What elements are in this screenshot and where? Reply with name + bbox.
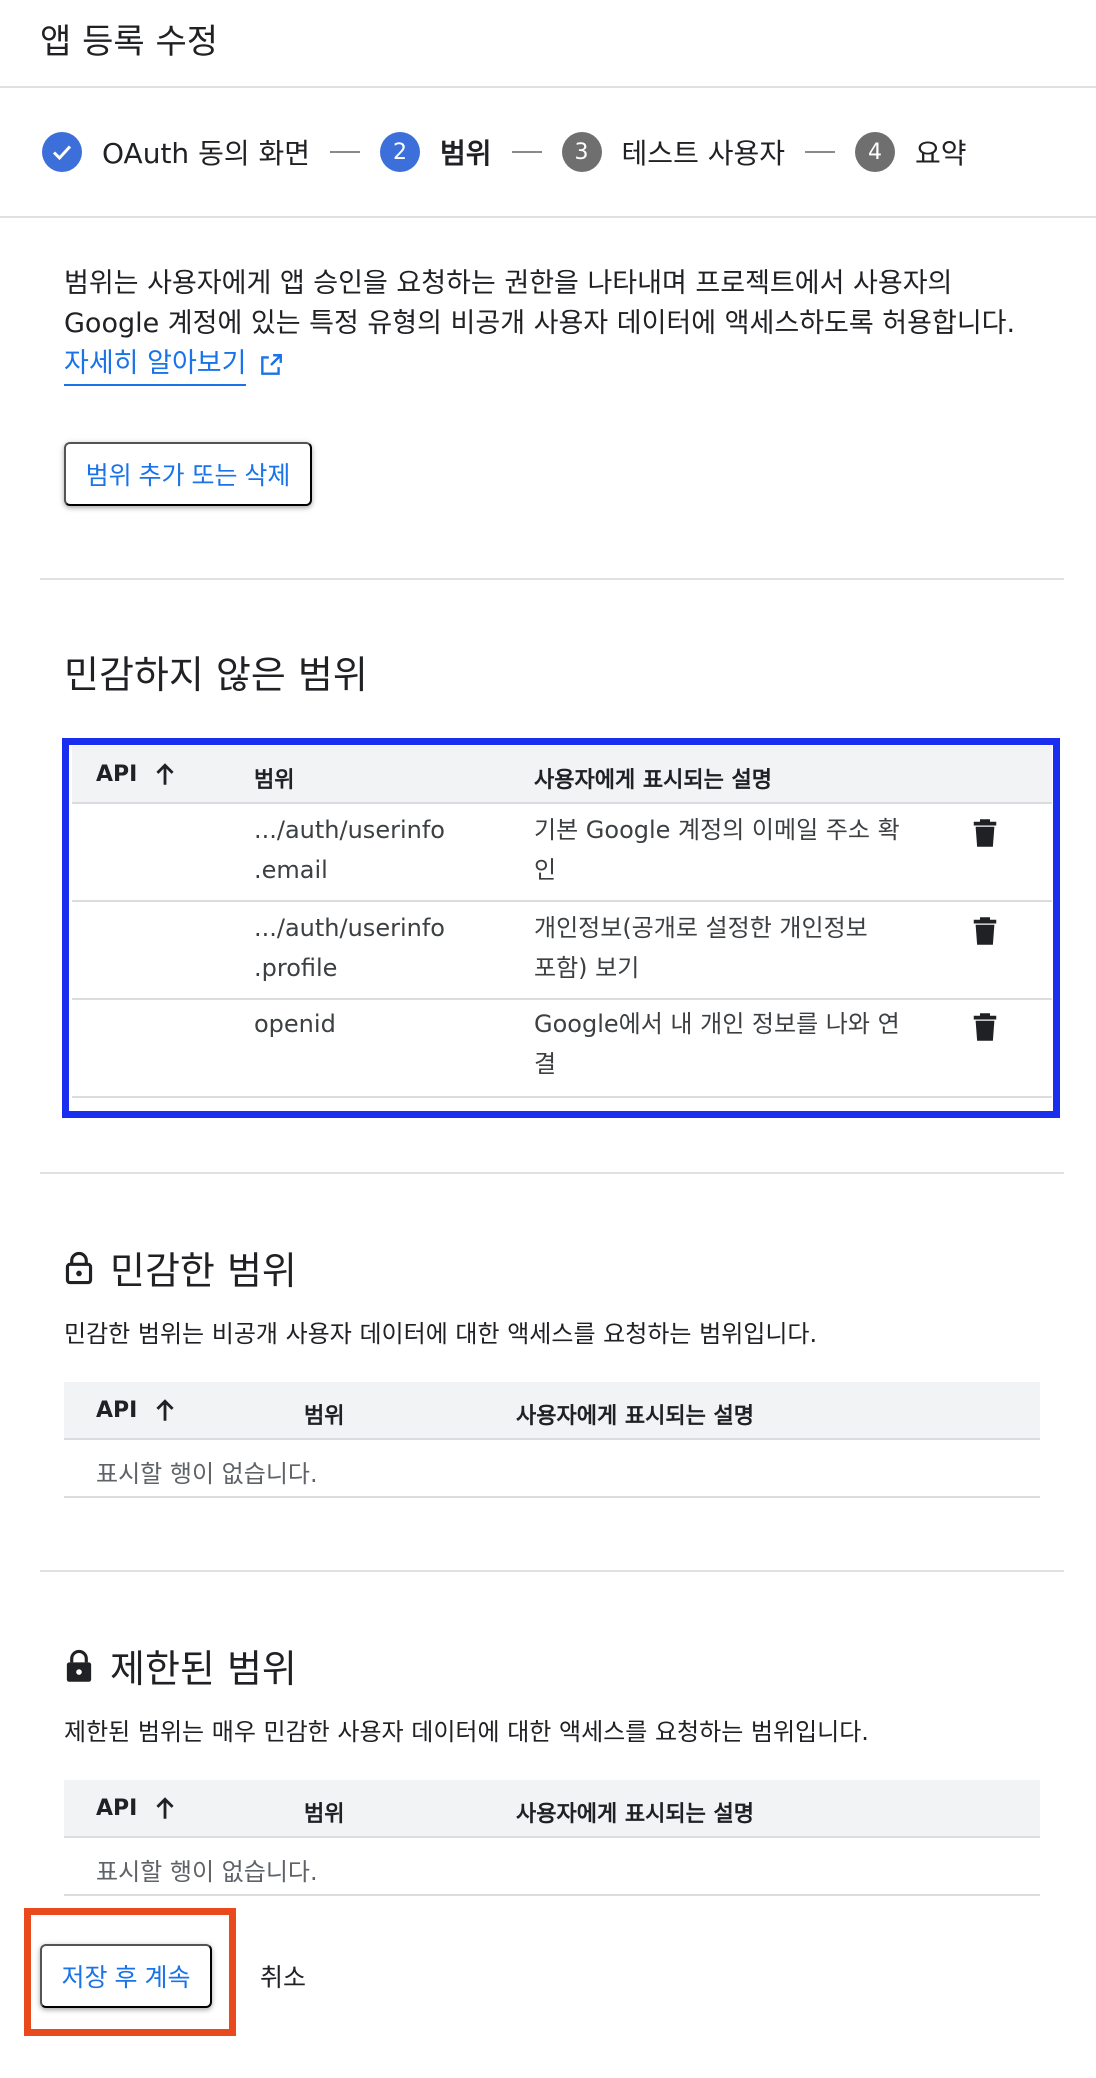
step-scopes[interactable]: 2 범위 bbox=[380, 132, 492, 172]
highlight-box-red bbox=[24, 1908, 236, 2036]
empty-message: 표시할 행이 없습니다. bbox=[96, 1460, 318, 1488]
empty-message: 표시할 행이 없습니다. bbox=[96, 1858, 318, 1886]
section-divider bbox=[40, 578, 1064, 580]
stepper: OAuth 동의 화면 2 범위 3 테스트 사용자 4 요약 bbox=[42, 126, 967, 178]
empty-row: 표시할 행이 없습니다. bbox=[64, 1440, 1040, 1498]
arrow-up-icon[interactable] bbox=[152, 1398, 178, 1424]
lock-icon bbox=[66, 1649, 92, 1682]
step-separator bbox=[805, 151, 836, 153]
restricted-description: 제한된 범위는 매우 민감한 사용자 데이터에 대한 액세스를 요청하는 범위입… bbox=[64, 1718, 869, 1746]
step-label: 범위 bbox=[440, 137, 492, 170]
step-summary[interactable]: 4 요약 bbox=[855, 132, 967, 172]
table-header: API 범위 사용자에게 표시되는 설명 bbox=[64, 1382, 1040, 1440]
col-api[interactable]: API bbox=[96, 1796, 137, 1821]
restricted-table: API 범위 사용자에게 표시되는 설명 표시할 행이 없습니다. bbox=[64, 1780, 1040, 1896]
col-scope: 범위 bbox=[304, 1404, 345, 1429]
col-api[interactable]: API bbox=[96, 1398, 137, 1423]
step-number: 2 bbox=[380, 132, 421, 172]
cancel-button[interactable]: 취소 bbox=[260, 1958, 306, 1994]
add-remove-scopes-button[interactable]: 범위 추가 또는 삭제 bbox=[64, 442, 312, 506]
section-divider bbox=[40, 1172, 1064, 1174]
restricted-title: 제한된 범위 bbox=[64, 1638, 297, 1693]
page-title: 앱 등록 수정 bbox=[40, 22, 219, 62]
external-link-icon bbox=[261, 354, 282, 375]
highlight-box-blue bbox=[62, 738, 1060, 1118]
col-description: 사용자에게 표시되는 설명 bbox=[516, 1802, 754, 1827]
step-separator bbox=[511, 151, 542, 153]
sensitive-title-text: 민감한 범위 bbox=[110, 1249, 297, 1293]
step-label: 테스트 사용자 bbox=[621, 137, 786, 170]
step-label: 요약 bbox=[915, 137, 967, 170]
learn-more-link[interactable]: 자세히 알아보기 bbox=[64, 344, 247, 386]
section-divider bbox=[40, 1570, 1064, 1572]
check-icon bbox=[42, 132, 82, 172]
sensitive-title: 민감한 범위 bbox=[64, 1240, 297, 1295]
restricted-title-text: 제한된 범위 bbox=[110, 1647, 297, 1691]
sensitive-table: API 범위 사용자에게 표시되는 설명 표시할 행이 없습니다. bbox=[64, 1382, 1040, 1498]
empty-row: 표시할 행이 없습니다. bbox=[64, 1838, 1040, 1896]
col-scope: 범위 bbox=[304, 1802, 345, 1827]
step-oauth-consent[interactable]: OAuth 동의 화면 bbox=[42, 132, 310, 172]
intro-text: 범위는 사용자에게 앱 승인을 요청하는 권한을 나타내며 프로젝트에서 사용자… bbox=[64, 268, 1016, 339]
header-divider bbox=[0, 86, 1096, 88]
table-header: API 범위 사용자에게 표시되는 설명 bbox=[64, 1780, 1040, 1838]
step-test-users[interactable]: 3 테스트 사용자 bbox=[561, 132, 786, 172]
step-number: 4 bbox=[855, 132, 896, 172]
col-description: 사용자에게 표시되는 설명 bbox=[516, 1404, 754, 1429]
stepper-divider bbox=[0, 216, 1096, 218]
arrow-up-icon[interactable] bbox=[152, 1796, 178, 1822]
non-sensitive-title: 민감하지 않은 범위 bbox=[64, 653, 368, 697]
step-number: 3 bbox=[561, 132, 602, 172]
sensitive-description: 민감한 범위는 비공개 사용자 데이터에 대한 액세스를 요청하는 범위입니다. bbox=[64, 1320, 818, 1348]
step-label: OAuth 동의 화면 bbox=[102, 137, 311, 170]
lock-open-outline-icon bbox=[65, 1251, 93, 1284]
step-separator bbox=[330, 151, 361, 153]
